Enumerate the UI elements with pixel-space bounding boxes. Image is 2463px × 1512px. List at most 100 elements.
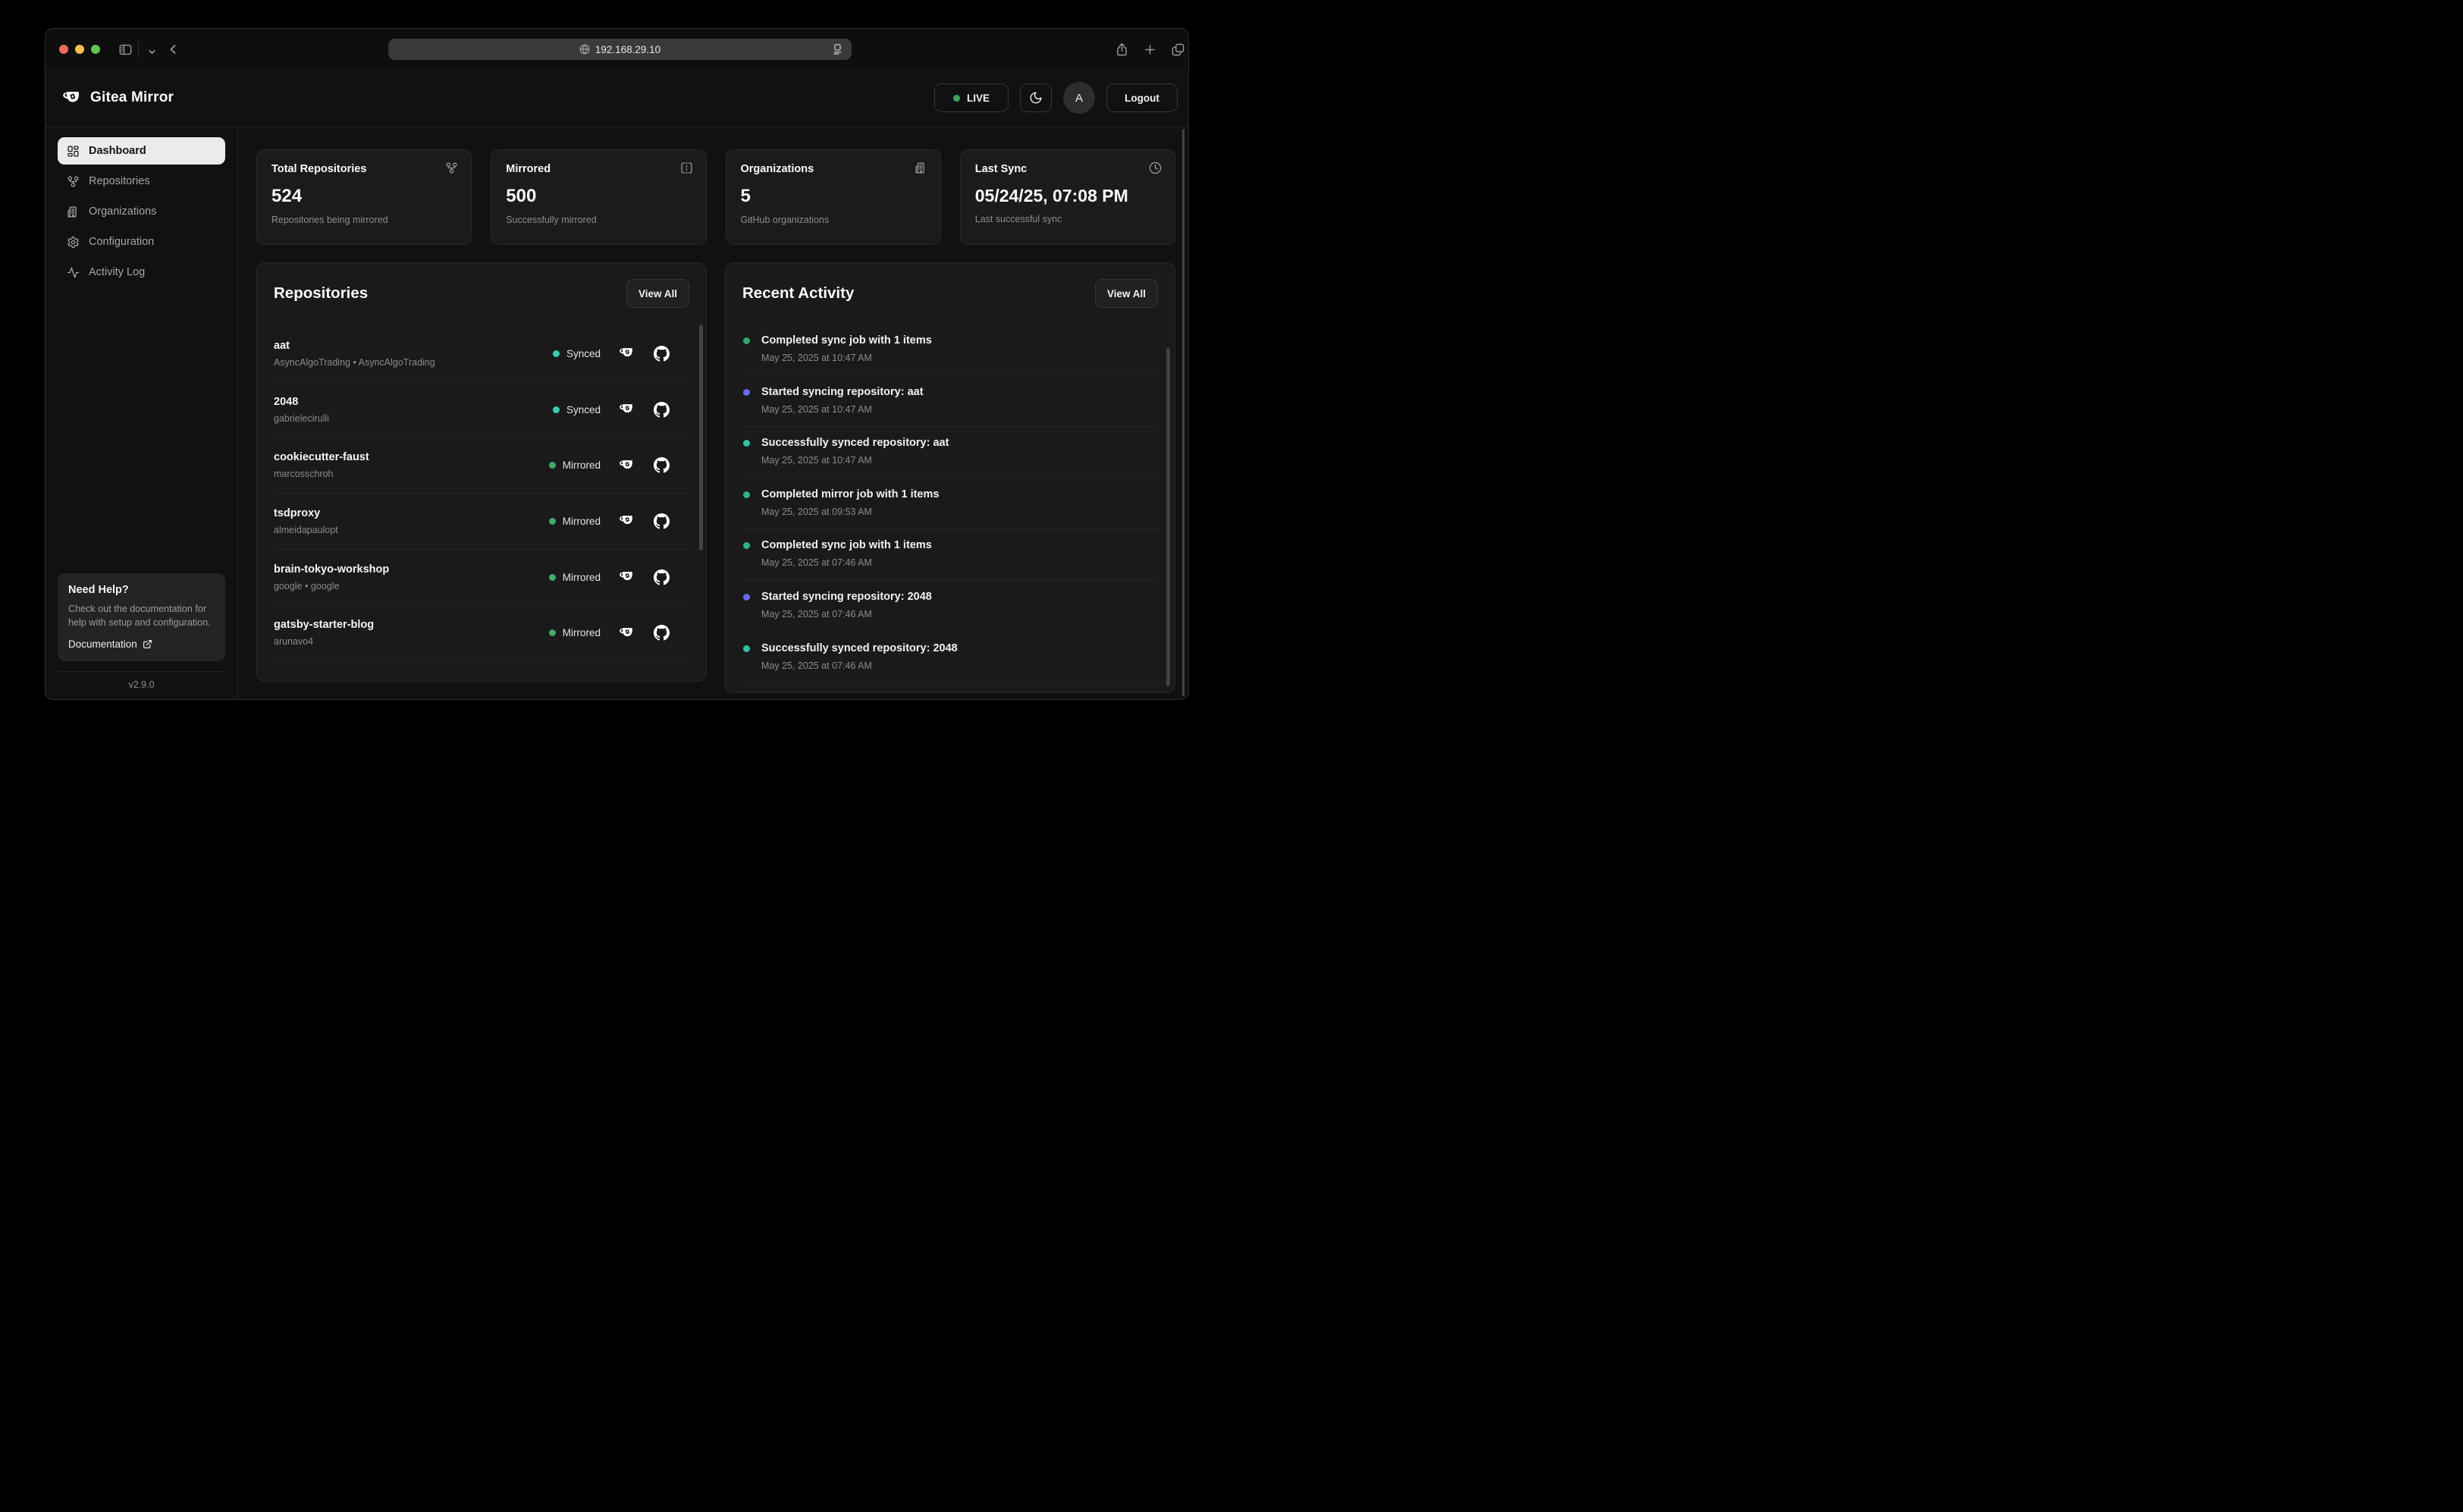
activity-timestamp: May 25, 2025 at 07:46 AM [761, 557, 1158, 568]
need-help-title: Need Help? [68, 584, 215, 596]
activity-message: Successfully synced repository: 2048 [761, 642, 1158, 654]
stat-title: Last Sync [975, 163, 1160, 175]
app-title: Gitea Mirror [90, 89, 174, 106]
repo-name: aat [274, 340, 435, 352]
status-label: Synced [566, 404, 601, 416]
zoom-window-button[interactable] [91, 45, 100, 54]
tab-overview-icon[interactable] [1169, 40, 1187, 58]
activity-list[interactable]: Completed sync job with 1 items May 25, … [742, 325, 1158, 683]
reader-icon[interactable] [831, 42, 844, 55]
sidebar-item-repositories[interactable]: Repositories [58, 168, 225, 195]
status-label: Mirrored [563, 627, 601, 638]
activity-message: Started syncing repository: 2048 [761, 591, 1158, 603]
browser-toolbar: 192.168.29.10 [45, 29, 1188, 69]
repo-status-badge: Mirrored [549, 572, 601, 583]
status-label: Mirrored [563, 516, 601, 527]
repo-status-badge: Synced [553, 348, 601, 359]
activity-dot [743, 645, 750, 652]
minimize-window-button[interactable] [75, 45, 84, 54]
gitea-link-icon[interactable] [619, 402, 635, 417]
activity-view-all-button[interactable]: View All [1095, 279, 1158, 308]
back-icon[interactable] [164, 40, 182, 58]
github-link-icon[interactable] [654, 346, 670, 362]
activity-dot [743, 594, 750, 601]
gitea-link-icon[interactable] [619, 458, 635, 473]
stat-title: Organizations [741, 163, 926, 175]
need-help-body: Check out the documentation for help wit… [68, 603, 215, 630]
close-window-button[interactable] [59, 45, 68, 54]
chevron-down-icon[interactable] [143, 42, 161, 61]
sidebar-item-label: Activity Log [89, 266, 145, 278]
theme-toggle-button[interactable] [1020, 83, 1052, 112]
sidebar-item-organizations[interactable]: Organizations [58, 198, 225, 225]
sidebar-divider [58, 671, 225, 672]
sidebar: Dashboard Repositories Organizations [45, 127, 238, 700]
activity-item: Completed sync job with 1 items May 25, … [742, 325, 1158, 376]
activity-item: Completed sync job with 1 items May 25, … [742, 529, 1158, 581]
repo-row: cronos Mirrored [274, 661, 689, 675]
live-label: LIVE [967, 93, 990, 104]
repo-status-badge: Mirrored [549, 627, 601, 638]
live-status-button[interactable]: LIVE [934, 83, 1009, 112]
status-label: Mirrored [563, 460, 601, 471]
gitea-link-icon[interactable] [619, 513, 635, 529]
gitea-link-icon[interactable] [619, 346, 635, 361]
user-avatar[interactable]: A [1063, 82, 1095, 114]
sidebar-toggle-icon[interactable] [116, 40, 134, 58]
activity-message: Completed sync job with 1 items [761, 334, 1158, 347]
page-scrollbar[interactable] [1182, 129, 1184, 696]
recent-activity-panel: Recent Activity View All Completed sync … [725, 262, 1175, 693]
activity-item: Started syncing repository: 2048 May 25,… [742, 581, 1158, 632]
logout-button[interactable]: Logout [1106, 83, 1178, 112]
share-icon[interactable] [1112, 40, 1131, 58]
external-link-icon [143, 639, 152, 649]
sidebar-item-activity-log[interactable]: Activity Log [58, 259, 225, 286]
documentation-link[interactable]: Documentation [68, 638, 215, 650]
repo-status-badge: Mirrored [549, 460, 601, 471]
stat-card-total-repositories: Total Repositories 524 Repositories bein… [256, 149, 472, 245]
repositories-panel: Repositories View All aat AsyncAlgoTradi… [256, 262, 707, 682]
documentation-link-label: Documentation [68, 638, 137, 650]
stat-value: 5 [741, 186, 926, 207]
status-dot [553, 406, 560, 413]
status-dot [549, 462, 556, 469]
clock-icon [1149, 162, 1162, 174]
repo-owner: gabrielecirulli [274, 413, 329, 424]
sidebar-item-dashboard[interactable]: Dashboard [58, 137, 225, 165]
github-link-icon[interactable] [654, 569, 670, 585]
repo-owner: arunavo4 [274, 636, 374, 647]
status-label: Synced [566, 348, 601, 359]
stat-title: Total Repositories [271, 163, 457, 175]
stat-value: 500 [506, 186, 691, 207]
repositories-view-all-button[interactable]: View All [626, 279, 689, 308]
stat-subtitle: GitHub organizations [741, 215, 926, 225]
activity-item: Successfully synced repository: 2048 May… [742, 632, 1158, 684]
stat-value: 05/24/25, 07:08 PM [975, 186, 1160, 206]
stat-card-last-sync: Last Sync 05/24/25, 07:08 PM Last succes… [960, 149, 1175, 245]
stat-card-mirrored: Mirrored 500 Successfully mirrored [491, 149, 706, 245]
activity-list-scrollbar[interactable] [1166, 348, 1170, 686]
need-help-card: Need Help? Check out the documentation f… [58, 573, 225, 661]
repo-list-scrollbar[interactable] [699, 325, 703, 551]
activity-timestamp: May 25, 2025 at 07:46 AM [761, 609, 1158, 620]
address-bar[interactable]: 192.168.29.10 [388, 39, 852, 60]
repository-list[interactable]: aat AsyncAlgoTrading • AsyncAlgoTrading … [274, 326, 689, 675]
github-link-icon[interactable] [654, 457, 670, 473]
browser-window: 192.168.29.10 Gitea Mirr [45, 28, 1189, 700]
github-link-icon[interactable] [654, 625, 670, 641]
github-link-icon[interactable] [654, 402, 670, 418]
status-dot [549, 629, 556, 636]
github-link-icon[interactable] [654, 513, 670, 529]
gitea-link-icon[interactable] [619, 569, 635, 585]
moon-icon [1029, 91, 1043, 105]
git-fork-icon [445, 162, 458, 174]
new-tab-icon[interactable] [1141, 40, 1159, 58]
repo-name: tsdproxy [274, 507, 338, 519]
status-dot [549, 574, 556, 581]
dashboard-main: Total Repositories 524 Repositories bein… [238, 127, 1188, 700]
gitea-cup-icon [62, 89, 83, 108]
repo-row: cookiecutter-faust marcosschroh Mirrored [274, 438, 689, 494]
sidebar-item-configuration[interactable]: Configuration [58, 228, 225, 256]
gitea-link-icon[interactable] [619, 626, 635, 641]
activity-item: Completed mirror job with 1 items May 25… [742, 478, 1158, 530]
